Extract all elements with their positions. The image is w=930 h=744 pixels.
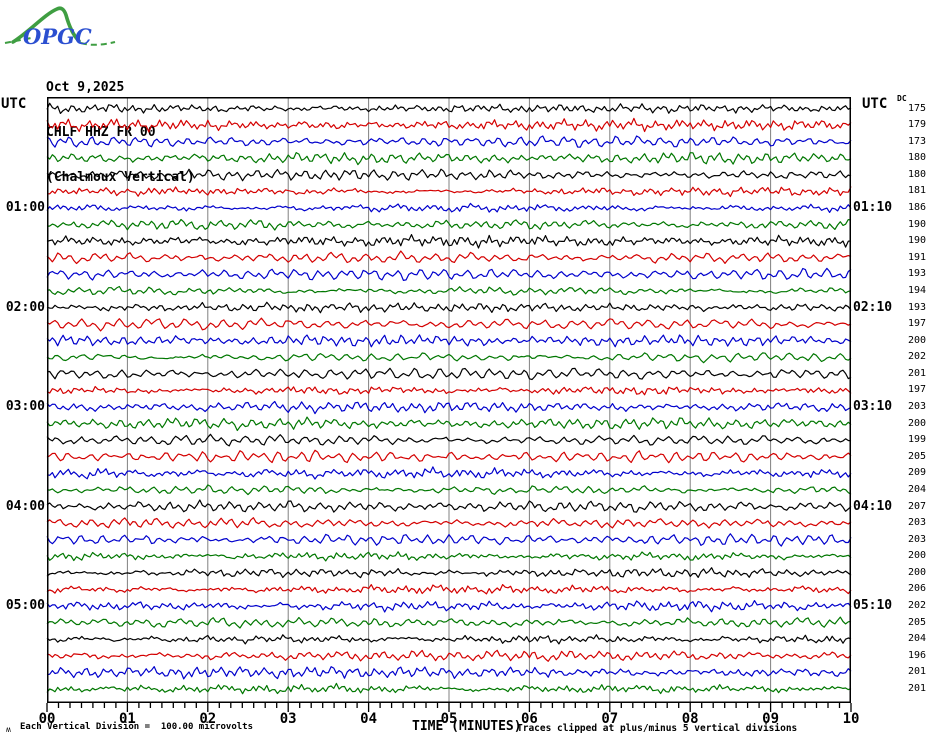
- utc-label-left: UTC: [1, 96, 27, 112]
- dc-value-row-24: 207: [907, 500, 926, 512]
- corner-mark: ʍ: [6, 725, 11, 734]
- utc-left-02:00: 02:00: [5, 299, 45, 315]
- dc-value-row-29: 206: [907, 583, 926, 595]
- dc-value-row-13: 197: [907, 318, 926, 330]
- x-axis-title: TIME (MINUTES): [412, 719, 522, 734]
- dc-value-row-8: 190: [907, 235, 926, 247]
- dc-value-row-25: 203: [907, 517, 926, 529]
- dc-value-row-15: 202: [907, 351, 926, 363]
- dc-value-row-3: 180: [907, 152, 926, 164]
- dc-value-row-23: 204: [907, 483, 926, 495]
- dc-value-row-27: 200: [907, 550, 926, 562]
- header-date: Oct 9,2025: [46, 80, 125, 95]
- dc-value-row-19: 200: [907, 417, 926, 429]
- utc-left-04:00: 04:00: [5, 498, 45, 514]
- dc-value-row-31: 205: [907, 616, 926, 628]
- dc-value-row-11: 194: [907, 284, 926, 296]
- utc-left-03:00: 03:00: [5, 399, 45, 415]
- utc-right-04:10: 04:10: [853, 498, 893, 514]
- dc-value-row-32: 204: [907, 633, 926, 645]
- helicorder-screen: OPGC Oct 9,2025 CHLF HHZ FR 00 (Chalmoux…: [0, 0, 930, 744]
- seismogram-plot: [46, 97, 852, 712]
- dc-value-row-14: 200: [907, 334, 926, 346]
- dc-value-row-4: 180: [907, 168, 926, 180]
- dc-value-row-30: 202: [907, 600, 926, 612]
- utc-left-01:00: 01:00: [5, 200, 45, 215]
- dc-value-row-17: 197: [907, 384, 926, 396]
- dc-value-row-1: 179: [907, 119, 926, 131]
- utc-label-right: UTC: [862, 96, 888, 112]
- dc-value-row-20: 199: [907, 434, 926, 446]
- utc-right-05:10: 05:10: [853, 598, 893, 614]
- x-tick-label-04: 04: [360, 711, 378, 727]
- x-tick-label-10: 10: [842, 711, 860, 727]
- opgc-logo: OPGC: [4, 6, 116, 49]
- dc-value-row-9: 191: [907, 251, 926, 263]
- clip-note: Traces clipped at plus/minus 5 vertical …: [517, 723, 798, 734]
- logo-text: OPGC: [23, 24, 92, 49]
- dc-value-row-18: 203: [907, 401, 926, 413]
- utc-right-03:10: 03:10: [853, 399, 893, 415]
- dc-value-row-26: 203: [907, 533, 926, 545]
- dc-value-row-7: 190: [907, 218, 926, 230]
- dc-value-row-0: 175: [907, 102, 926, 114]
- dc-value-row-28: 200: [907, 566, 926, 578]
- utc-right-02:10: 02:10: [853, 299, 893, 315]
- dc-value-row-6: 186: [907, 202, 926, 213]
- dc-value-row-33: 196: [907, 649, 926, 661]
- dc-value-row-16: 201: [907, 367, 926, 379]
- x-tick-label-03: 03: [279, 711, 297, 727]
- scale-note: Each Vertical Division = 100.00 microvol…: [20, 722, 253, 732]
- dc-value-row-35: 201: [907, 682, 926, 694]
- dc-value-row-2: 173: [907, 135, 926, 147]
- dc-value-row-5: 181: [907, 185, 926, 197]
- dc-value-row-12: 193: [907, 301, 926, 313]
- dc-value-row-21: 205: [907, 450, 926, 462]
- utc-right-01:10: 01:10: [853, 200, 893, 215]
- utc-left-05:00: 05:00: [5, 598, 45, 614]
- dc-value-row-22: 209: [907, 467, 926, 479]
- dc-value-row-10: 193: [907, 268, 926, 280]
- dc-value-row-34: 201: [907, 666, 926, 678]
